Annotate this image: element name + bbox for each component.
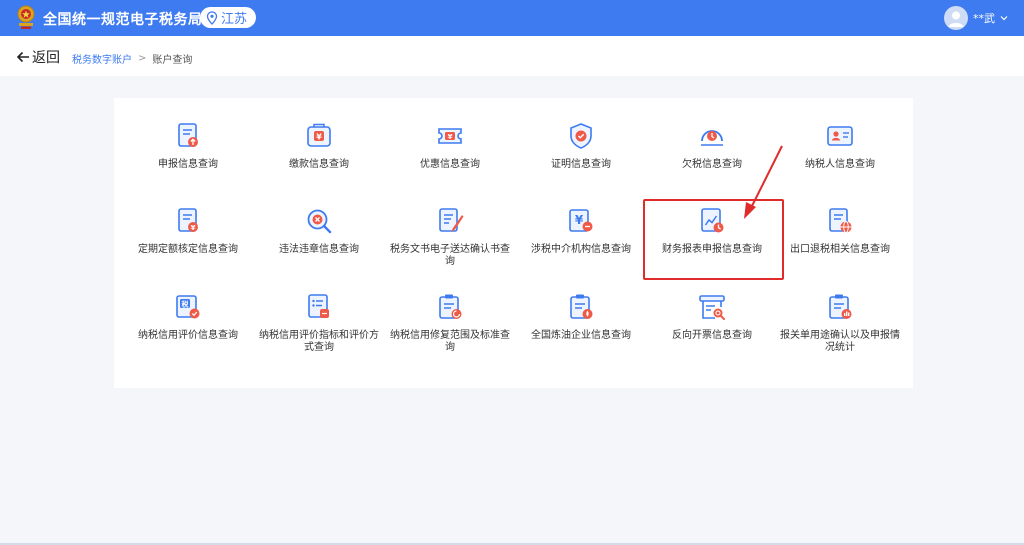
user-avatar-icon (948, 11, 964, 27)
service-tile-taxpayer-info[interactable]: 纳税人信息查询 (775, 113, 905, 193)
service-tile-fixed-quota-info[interactable]: ¥ 定期定额核定信息查询 (123, 198, 253, 278)
id-card-icon (827, 126, 853, 146)
tax-emblem-icon (17, 5, 35, 29)
export-globe-icon (829, 208, 852, 233)
svg-text:税: 税 (182, 300, 189, 309)
svg-text:¥: ¥ (575, 213, 584, 227)
app-title: 全国统一规范电子税务局 (43, 12, 203, 28)
clipboard-stats-icon (829, 294, 852, 319)
service-label: 出口退税相关信息查询 (790, 244, 890, 255)
service-tile-declaration-info[interactable]: 申报信息查询 (123, 113, 253, 193)
ticket-yuan-icon: ¥ (438, 128, 462, 144)
wallet-yuan-icon: ¥ (307, 123, 331, 147)
document-pen-icon (439, 208, 464, 232)
clipboard-refinery-icon (570, 294, 593, 319)
region-label: 江苏 (221, 12, 248, 27)
arrow-left-icon (16, 51, 29, 63)
back-button[interactable]: 返回 (16, 47, 60, 67)
chevron-down-icon (1000, 16, 1008, 21)
service-label: 税务文书电子送达确认书查询 (390, 244, 510, 267)
service-tile-credit-evaluation-info[interactable]: 税 纳税信用评价信息查询 (123, 284, 253, 364)
credit-list-icon (308, 294, 329, 318)
service-tile-credit-indicator-method[interactable]: 纳税信用评价指标和评价方式查询 (254, 284, 384, 364)
avatar[interactable] (944, 6, 968, 30)
breadcrumb-parent[interactable]: 税务数字账户 (72, 51, 132, 66)
breadcrumb-current: 账户查询 (152, 55, 193, 66)
service-tile-tax-agency-info[interactable]: ¥ 涉税中介机构信息查询 (516, 198, 646, 278)
service-tile-export-rebate-info[interactable]: 出口退税相关信息查询 (775, 198, 905, 278)
top-bar: 全国统一规范电子税务局 江苏 **武 (0, 0, 1024, 36)
back-label: 返回 (32, 50, 60, 66)
violation-search-icon (307, 209, 332, 234)
service-tile-tax-document-receipt[interactable]: 税务文书电子送达确认书查询 (385, 198, 515, 278)
service-label: 涉税中介机构信息查询 (531, 244, 631, 255)
arrears-gauge-icon (701, 130, 723, 146)
service-label: 财务报表申报信息查询 (662, 244, 762, 255)
service-tile-payment-info[interactable]: ¥ 缴款信息查询 (254, 113, 384, 193)
service-tile-credit-repair-scope[interactable]: 纳税信用修复范围及标准查询 (385, 284, 515, 364)
service-tile-financial-statement-info[interactable]: 财务报表申报信息查询 (647, 198, 777, 278)
document-yuan-icon: ¥ (178, 208, 198, 232)
service-label: 纳税信用评价指标和评价方式查询 (259, 330, 379, 353)
svg-text:¥: ¥ (448, 133, 453, 141)
service-label: 证明信息查询 (551, 159, 611, 170)
breadcrumb: 税务数字账户 > 账户查询 (72, 51, 192, 66)
service-label: 纳税人信息查询 (805, 159, 875, 170)
service-tile-preferential-info[interactable]: ¥ 优惠信息查询 (385, 113, 515, 193)
svg-text:¥: ¥ (316, 133, 322, 142)
sub-header: 返回 税务数字账户 > 账户查询 (0, 36, 1024, 76)
agency-yuan-icon: ¥ (569, 209, 593, 232)
document-upload-icon (178, 123, 198, 147)
service-tile-customs-declaration-stats[interactable]: 报关单用途确认以及申报情况统计 (775, 284, 905, 364)
svg-text:¥: ¥ (191, 224, 196, 232)
service-panel: 申报信息查询 ¥ 缴款信息查询 ¥ 优惠信息查询 证明信息查询 欠税信息查询 纳… (114, 98, 913, 388)
service-label: 纳税信用评价信息查询 (138, 330, 238, 341)
service-label: 优惠信息查询 (420, 159, 480, 170)
invoice-search-icon (699, 295, 725, 320)
certificate-shield-icon (570, 123, 592, 149)
financial-report-icon (701, 208, 724, 233)
service-tile-certificate-info[interactable]: 证明信息查询 (516, 113, 646, 193)
service-label: 定期定额核定信息查询 (138, 244, 238, 255)
service-label: 纳税信用修复范围及标准查询 (390, 330, 510, 353)
user-menu[interactable]: **武 (944, 5, 1008, 31)
breadcrumb-separator: > (138, 53, 147, 64)
service-label: 报关单用途确认以及申报情况统计 (780, 330, 900, 353)
service-label: 欠税信息查询 (682, 159, 742, 170)
location-pin-icon (206, 10, 218, 25)
service-tile-reverse-invoicing-info[interactable]: 反向开票信息查询 (647, 284, 777, 364)
tax-credit-icon: 税 (176, 295, 200, 319)
service-label: 申报信息查询 (158, 159, 218, 170)
clipboard-repair-icon (439, 294, 462, 319)
service-tile-arrears-info[interactable]: 欠税信息查询 (647, 113, 777, 193)
service-label: 缴款信息查询 (289, 159, 349, 170)
service-tile-refinery-enterprise-info[interactable]: 全国炼油企业信息查询 (516, 284, 646, 364)
service-tile-violation-info[interactable]: 违法违章信息查询 (254, 198, 384, 278)
service-label: 反向开票信息查询 (672, 330, 752, 341)
region-selector[interactable]: 江苏 (200, 7, 257, 28)
user-name: **武 (973, 12, 995, 25)
service-label: 全国炼油企业信息查询 (531, 330, 631, 341)
service-label: 违法违章信息查询 (279, 244, 359, 255)
